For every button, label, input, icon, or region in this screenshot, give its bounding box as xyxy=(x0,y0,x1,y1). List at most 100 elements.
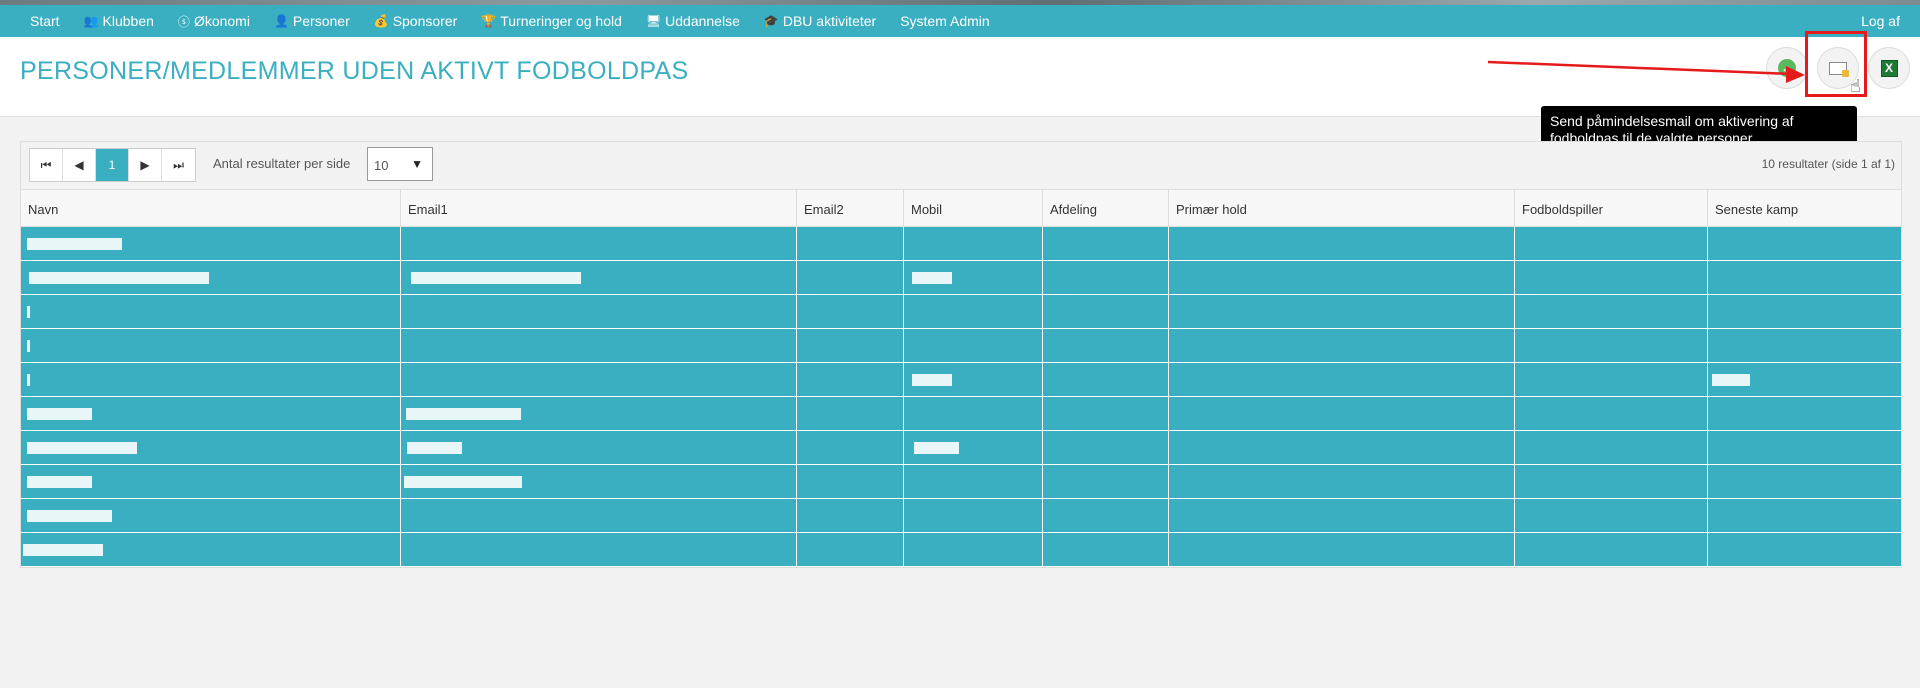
table-cell xyxy=(1708,295,1901,328)
per-page-select[interactable]: 10 ▼ xyxy=(367,147,433,181)
table-row[interactable] xyxy=(21,533,1901,567)
table-cell xyxy=(1169,363,1515,396)
table-cell xyxy=(1043,533,1169,566)
table-cell xyxy=(21,227,401,260)
page-header: PERSONER/MEDLEMMER UDEN AKTIVT FODBOLDPA… xyxy=(0,37,1920,117)
col-mobil[interactable]: Mobil xyxy=(904,190,1043,226)
table-cell xyxy=(1515,329,1708,362)
table-cell xyxy=(1708,431,1901,464)
nav-dbu-aktiviteter[interactable]: 🎓 DBU aktiviteter xyxy=(764,13,876,29)
table-cell xyxy=(797,261,904,294)
first-page-button[interactable]: ⏮ xyxy=(30,149,63,181)
last-page-button[interactable]: ⏭ xyxy=(162,149,195,181)
nav-klubben[interactable]: 👥 Klubben xyxy=(84,13,154,29)
table-row[interactable] xyxy=(21,397,1901,431)
table-cell xyxy=(1515,431,1708,464)
table-row[interactable] xyxy=(21,499,1901,533)
table-cell xyxy=(1515,295,1708,328)
table-cell xyxy=(1169,329,1515,362)
table-cell xyxy=(1708,227,1901,260)
table-cell xyxy=(1708,499,1901,532)
redacted-content xyxy=(912,374,952,386)
nav-personer[interactable]: 👤 Personer xyxy=(274,13,350,29)
excel-icon: X xyxy=(1880,59,1898,77)
col-email1[interactable]: Email1 xyxy=(401,190,797,226)
page-1-button[interactable]: 1 xyxy=(96,149,129,181)
table-cell xyxy=(401,397,797,430)
table-cell xyxy=(21,329,401,362)
redacted-content xyxy=(407,442,462,454)
back-arrow-icon: ← xyxy=(1778,59,1796,77)
results-panel: ⏮ ◀ 1 ▶ ⏭ Antal resultater per side 10 ▼… xyxy=(20,141,1902,568)
table-cell xyxy=(797,227,904,260)
col-seneste-kamp[interactable]: Seneste kamp xyxy=(1708,190,1901,226)
table-cell xyxy=(904,295,1043,328)
nav-dbu-label: DBU aktiviteter xyxy=(782,13,877,29)
table-cell xyxy=(1169,533,1515,566)
export-excel-button[interactable]: X xyxy=(1868,47,1910,89)
per-page-value: 10 xyxy=(374,158,389,173)
next-page-button[interactable]: ▶ xyxy=(129,149,162,181)
table-row[interactable] xyxy=(21,261,1901,295)
table-cell xyxy=(401,499,797,532)
table-cell xyxy=(1043,363,1169,396)
table-cell xyxy=(1515,397,1708,430)
table-cell xyxy=(1043,499,1169,532)
nav-system-admin-label: System Admin xyxy=(900,13,990,29)
table-cell xyxy=(1043,431,1169,464)
col-fodboldspiller[interactable]: Fodboldspiller xyxy=(1515,190,1708,226)
table-cell xyxy=(904,261,1043,294)
col-email2[interactable]: Email2 xyxy=(797,190,904,226)
back-button[interactable]: ← xyxy=(1766,47,1808,89)
table-cell xyxy=(401,295,797,328)
col-navn[interactable]: Navn xyxy=(21,190,401,226)
table-cell xyxy=(1169,499,1515,532)
table-cell xyxy=(904,465,1043,498)
table-row[interactable] xyxy=(21,295,1901,329)
table-cell xyxy=(1169,227,1515,260)
table-cell xyxy=(1169,261,1515,294)
nav-turneringer[interactable]: 🏆 Turneringer og hold xyxy=(481,13,622,29)
table-cell xyxy=(1708,363,1901,396)
main-navigation: Start 👥 Klubben ⓢ Økonomi 👤 Personer 💰 Spons… xyxy=(0,5,1920,37)
nav-turneringer-label: Turneringer og hold xyxy=(500,13,622,29)
nav-system-admin[interactable]: System Admin xyxy=(900,13,989,29)
redacted-content xyxy=(27,306,30,318)
table-cell xyxy=(1708,397,1901,430)
table-cell xyxy=(797,363,904,396)
redacted-content xyxy=(411,272,581,284)
table-header: Navn Email1 Email2 Mobil Afdeling Primær… xyxy=(21,189,1901,227)
table-cell xyxy=(1515,499,1708,532)
nav-personer-label: Personer xyxy=(292,13,350,29)
coin-icon: ⓢ xyxy=(177,14,190,29)
table-cell xyxy=(1169,431,1515,464)
nav-uddannelse[interactable]: 🖥 Uddannelse xyxy=(646,13,740,29)
table-row[interactable] xyxy=(21,227,1901,261)
per-page-label: Antal resultater per side xyxy=(213,156,351,171)
prev-page-button[interactable]: ◀ xyxy=(63,149,96,181)
table-row[interactable] xyxy=(21,465,1901,499)
table-row[interactable] xyxy=(21,329,1901,363)
table-row[interactable] xyxy=(21,431,1901,465)
table-cell xyxy=(797,397,904,430)
col-primaer-hold[interactable]: Primær hold xyxy=(1169,190,1515,226)
redacted-content xyxy=(27,340,30,352)
nav-okonomi-label: Økonomi xyxy=(193,13,250,29)
table-cell xyxy=(1515,261,1708,294)
pagination: ⏮ ◀ 1 ▶ ⏭ xyxy=(29,148,196,182)
nav-okonomi[interactable]: ⓢ Økonomi xyxy=(178,13,250,30)
table-cell xyxy=(21,363,401,396)
nav-start[interactable]: Start xyxy=(30,13,60,29)
table-body xyxy=(21,227,1901,567)
table-row[interactable] xyxy=(21,363,1901,397)
table-cell xyxy=(401,533,797,566)
table-cell xyxy=(797,533,904,566)
col-afdeling[interactable]: Afdeling xyxy=(1043,190,1169,226)
table-cell xyxy=(1708,261,1901,294)
table-cell xyxy=(1515,533,1708,566)
table-cell xyxy=(1043,397,1169,430)
table-cell xyxy=(1708,329,1901,362)
redacted-content xyxy=(406,408,521,420)
table-cell xyxy=(904,329,1043,362)
nav-sponsorer[interactable]: 💰 Sponsorer xyxy=(374,13,458,29)
